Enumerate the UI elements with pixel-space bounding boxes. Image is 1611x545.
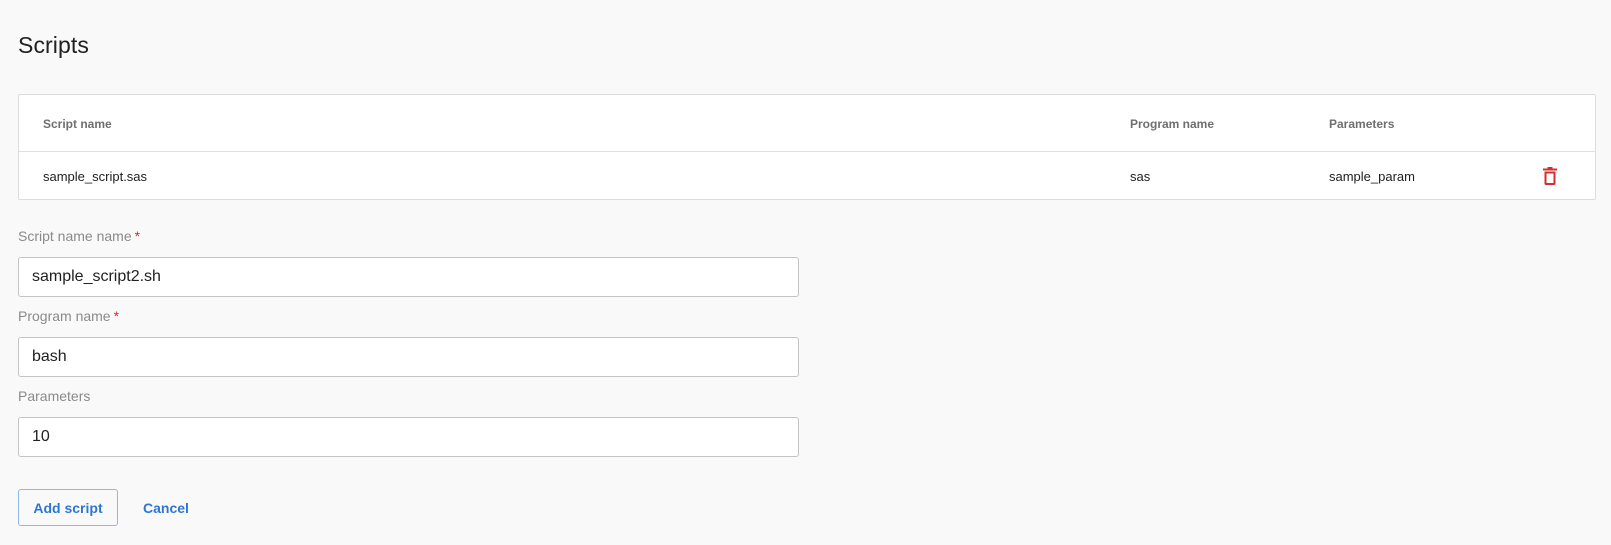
program-name-label: Program name * [18,308,119,324]
parameters-label-text: Parameters [18,388,91,404]
script-name-input[interactable] [18,257,799,297]
scripts-table: Script name Program name Parameters samp… [18,94,1596,200]
cell-parameters: sample_param [1329,169,1415,184]
table-row: sample_script.sas sas sample_param [19,152,1595,200]
add-script-button[interactable]: Add script [18,489,118,526]
column-header-parameters: Parameters [1329,117,1395,131]
delete-script-button[interactable] [1540,166,1560,186]
cell-script-name: sample_script.sas [43,169,148,184]
column-header-program-name: Program name [1130,117,1215,131]
program-name-label-text: Program name [18,308,111,324]
parameters-input[interactable] [18,417,799,457]
required-mark: * [134,228,141,244]
column-header-script-name: Script name [43,117,112,131]
cancel-button[interactable]: Cancel [132,489,200,526]
trash-icon [1543,167,1557,185]
script-name-label: Script name name * [18,228,140,244]
script-name-label-text: Script name name [18,228,132,244]
program-name-input[interactable] [18,337,799,377]
cell-program-name: sas [1130,169,1151,184]
page-title: Scripts [18,32,89,58]
parameters-label: Parameters [18,388,90,404]
required-mark: * [113,308,120,324]
table-header: Script name Program name Parameters [19,95,1595,152]
scripts-page: Scripts Script name Program name Paramet… [0,0,1611,545]
